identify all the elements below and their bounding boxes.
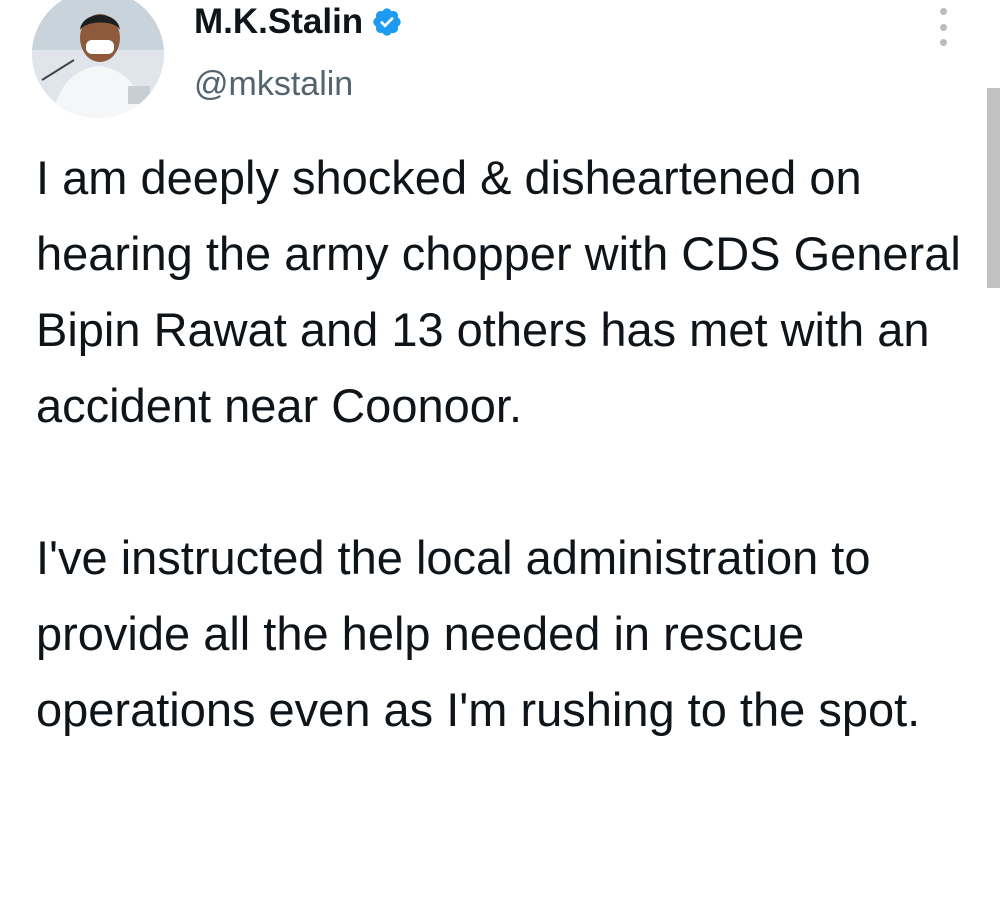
display-name-row[interactable]: M.K.Stalin xyxy=(194,2,403,42)
tweet-paragraph: I've instructed the local administration… xyxy=(36,531,921,736)
scrollbar-thumb[interactable] xyxy=(987,88,1000,288)
avatar[interactable] xyxy=(32,0,164,118)
tweet-paragraph: I am deeply shocked & disheartened on he… xyxy=(36,151,961,432)
verified-badge-icon xyxy=(371,6,403,38)
user-handle[interactable]: @mkstalin xyxy=(194,64,353,104)
tweet-text: I am deeply shocked & disheartened on he… xyxy=(36,140,976,748)
avatar-photo xyxy=(32,0,164,118)
more-vertical-icon[interactable] xyxy=(930,4,956,50)
display-name[interactable]: M.K.Stalin xyxy=(194,2,363,42)
